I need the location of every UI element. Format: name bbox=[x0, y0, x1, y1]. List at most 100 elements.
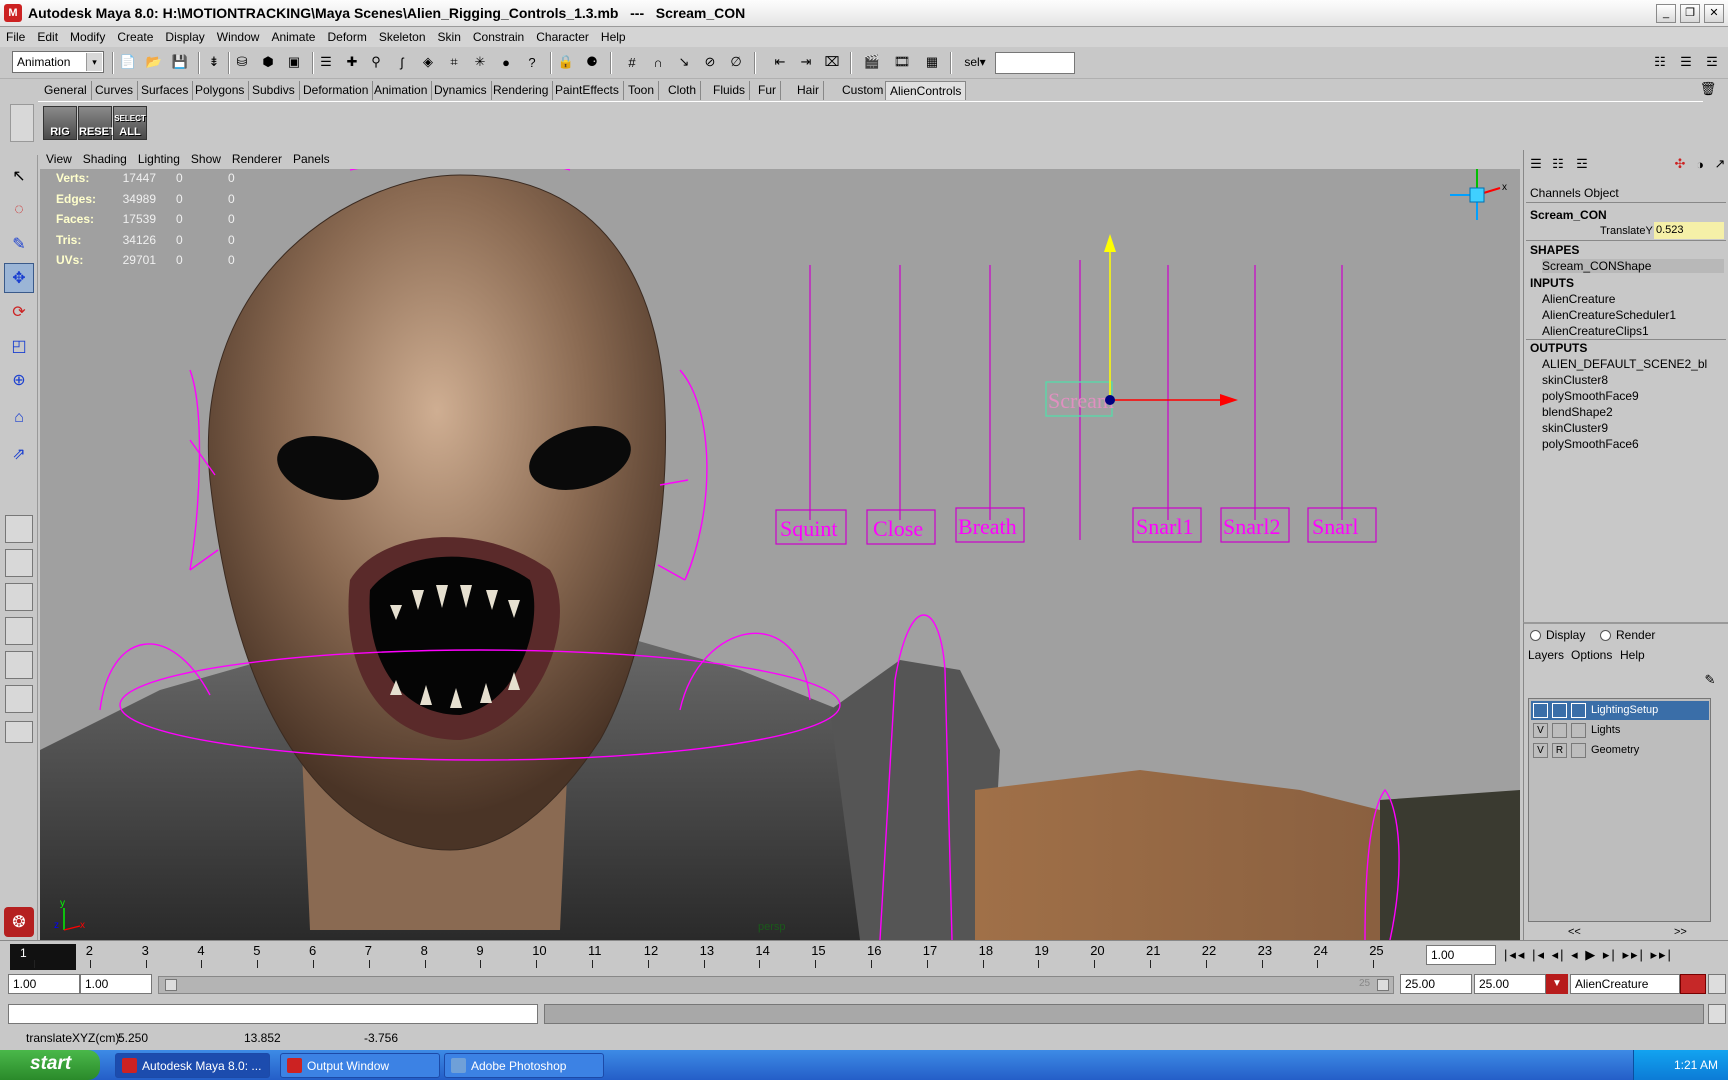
shelf-menu-button[interactable] bbox=[10, 104, 34, 142]
visibility-toggle[interactable] bbox=[1533, 703, 1548, 718]
output-node[interactable]: polySmoothFace9 bbox=[1542, 389, 1639, 403]
play-backwards-button[interactable]: ◂ bbox=[1571, 947, 1580, 962]
save-scene-icon[interactable]: 💾 bbox=[170, 52, 190, 72]
vp-menu-renderer[interactable]: Renderer bbox=[226, 150, 287, 166]
layer-color-swatch[interactable] bbox=[1571, 703, 1586, 718]
menu-window[interactable]: Window bbox=[211, 27, 266, 44]
tab-polygons[interactable]: Polygons bbox=[191, 81, 250, 100]
playback-start-field[interactable]: 1.00 bbox=[80, 974, 152, 994]
construction-history-icon[interactable]: ⌧ bbox=[822, 52, 842, 72]
step-back-frame-button[interactable]: ◂| bbox=[1552, 947, 1566, 962]
tab-hair[interactable]: Hair bbox=[793, 81, 825, 100]
universal-manip-icon[interactable]: ⊕ bbox=[4, 365, 34, 395]
mel-input[interactable] bbox=[8, 1004, 538, 1024]
taskbar-item-maya[interactable]: Autodesk Maya 8.0: ... bbox=[115, 1053, 270, 1078]
layer-color-swatch[interactable] bbox=[1571, 723, 1586, 738]
channel-box-icon[interactable]: ☰ bbox=[1526, 154, 1546, 174]
layer-name[interactable]: Lights bbox=[1591, 724, 1620, 736]
select-render-icon[interactable]: ● bbox=[496, 52, 516, 72]
select-deformer-icon[interactable]: ⌗ bbox=[444, 52, 464, 72]
visibility-toggle[interactable]: V bbox=[1533, 743, 1548, 758]
input-node[interactable]: AlienCreatureScheduler1 bbox=[1542, 308, 1676, 322]
taskbar-item-output-window[interactable]: Output Window bbox=[280, 1053, 440, 1078]
layout-menu-chevron-icon[interactable] bbox=[5, 721, 33, 743]
menu-skin[interactable]: Skin bbox=[432, 27, 467, 44]
select-curve-icon[interactable]: ʃ bbox=[392, 52, 412, 72]
slider-boxes[interactable] bbox=[775, 507, 1377, 545]
shoulder-mesh[interactable] bbox=[830, 660, 1000, 940]
shape-node[interactable]: Scream_CONShape bbox=[1542, 259, 1724, 273]
playback-end-field[interactable]: 25.00 bbox=[1400, 974, 1472, 994]
menu-skeleton[interactable]: Skeleton bbox=[373, 27, 432, 44]
menu-edit[interactable]: Edit bbox=[31, 27, 64, 44]
outliner-persp-layout-icon[interactable] bbox=[5, 583, 33, 611]
tab-fluids[interactable]: Fluids bbox=[709, 81, 751, 100]
menu-create[interactable]: Create bbox=[111, 27, 159, 44]
current-time-field[interactable]: 1.00 bbox=[1426, 945, 1496, 965]
snarl1-control-label[interactable]: Snarl1 bbox=[1136, 514, 1193, 539]
step-back-key-button[interactable]: |◂ bbox=[1532, 947, 1546, 962]
layer-row-geometry[interactable]: V R Geometry bbox=[1531, 741, 1709, 760]
highlight-selection-icon[interactable]: ⚈ bbox=[582, 52, 602, 72]
scroll-right-button[interactable]: >> bbox=[1674, 926, 1687, 938]
channels-tab[interactable]: Channels bbox=[1530, 186, 1581, 200]
layer-row-lights[interactable]: V Lights bbox=[1531, 721, 1709, 740]
minimize-button[interactable]: _ bbox=[1656, 4, 1676, 23]
range-end-handle[interactable] bbox=[1377, 979, 1389, 991]
taskbar-item-photoshop[interactable]: Adobe Photoshop bbox=[444, 1053, 604, 1078]
ipr-render-icon[interactable]: ▦ bbox=[922, 52, 942, 72]
output-node[interactable]: skinCluster9 bbox=[1542, 421, 1608, 435]
play-forwards-button[interactable]: ▶ bbox=[1585, 947, 1597, 962]
close-control-label[interactable]: Close bbox=[873, 516, 923, 541]
rotate-tool-icon[interactable]: ⟳ bbox=[4, 297, 34, 327]
options-menu[interactable]: Options bbox=[1571, 648, 1612, 662]
tab-aliencontrols[interactable]: AlienControls bbox=[885, 81, 967, 100]
menu-character[interactable]: Character bbox=[530, 27, 595, 44]
current-character-field[interactable]: AlienCreature bbox=[1570, 974, 1680, 994]
tab-toon[interactable]: Toon bbox=[624, 81, 660, 100]
script-editor-icon[interactable] bbox=[1708, 1004, 1726, 1024]
hypershade-layout-icon[interactable] bbox=[5, 651, 33, 679]
tab-dynamics[interactable]: Dynamics bbox=[430, 81, 492, 100]
scale-tool-icon[interactable]: ◰ bbox=[4, 331, 34, 361]
menu-modify[interactable]: Modify bbox=[64, 27, 111, 44]
select-misc-icon[interactable]: ? bbox=[522, 52, 542, 72]
select-surface-icon[interactable]: ◈ bbox=[418, 52, 438, 72]
close-button[interactable]: ✕ bbox=[1704, 4, 1724, 23]
shelf-button-reset[interactable]: RESET bbox=[78, 106, 116, 140]
input-node[interactable]: AlienCreatureClips1 bbox=[1542, 324, 1649, 338]
four-view-layout-icon[interactable] bbox=[5, 549, 33, 577]
render-radio[interactable] bbox=[1600, 630, 1611, 641]
menu-help[interactable]: Help bbox=[595, 27, 632, 44]
select-handle-icon[interactable]: ✚ bbox=[342, 52, 362, 72]
tab-curves[interactable]: Curves bbox=[91, 81, 139, 100]
channel-layer-icon[interactable]: ☲ bbox=[1572, 154, 1592, 174]
output-node[interactable]: blendShape2 bbox=[1542, 405, 1613, 419]
visibility-toggle[interactable]: V bbox=[1533, 723, 1548, 738]
input-node[interactable]: AlienCreature bbox=[1542, 292, 1615, 306]
pick-mask-icon[interactable]: ☰ bbox=[316, 52, 336, 72]
scroll-left-button[interactable]: << bbox=[1568, 926, 1581, 938]
tab-animation[interactable]: Animation bbox=[370, 81, 433, 100]
character-set-icon[interactable]: ▼ bbox=[1546, 974, 1568, 994]
shelf-button-select-all[interactable]: SELECT ALL bbox=[113, 106, 147, 140]
range-start-handle[interactable] bbox=[165, 979, 177, 991]
trash-icon[interactable]: 🗑 bbox=[1698, 79, 1718, 99]
hierarchy-mode-icon[interactable]: ⛁ bbox=[232, 52, 252, 72]
display-radio[interactable] bbox=[1530, 630, 1541, 641]
mode-selector[interactable]: Animation ▾ bbox=[12, 51, 104, 73]
tab-general[interactable]: General bbox=[40, 81, 92, 100]
menu-display[interactable]: Display bbox=[159, 27, 210, 44]
time-slider[interactable]: 1 2 3 4 5 6 7 8 9 10 11 12 13 14 15 16 17 18 19 20 21 22 23 24… bbox=[0, 940, 1728, 970]
tab-painteffects[interactable]: PaintEffects bbox=[551, 81, 624, 100]
render-frame-icon[interactable]: 🎞 bbox=[892, 52, 912, 72]
tab-deformation[interactable]: Deformation bbox=[299, 81, 374, 100]
vp-menu-lighting[interactable]: Lighting bbox=[132, 150, 185, 166]
scream-control-label[interactable]: Scream bbox=[1048, 388, 1114, 413]
snarl2-control-label[interactable]: Snarl2 bbox=[1223, 514, 1280, 539]
chevron-down-icon[interactable]: ▾ bbox=[86, 53, 102, 71]
single-perspective-layout-icon[interactable] bbox=[5, 515, 33, 543]
make-live-icon[interactable]: ∅ bbox=[726, 52, 746, 72]
persp-graph-layout-icon[interactable] bbox=[5, 617, 33, 645]
current-frame-marker[interactable]: 1 bbox=[10, 944, 76, 970]
